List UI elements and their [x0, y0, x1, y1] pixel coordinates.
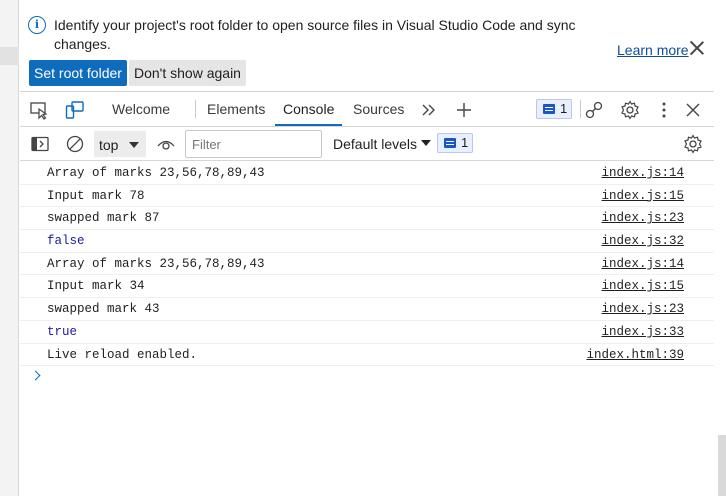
source-link[interactable]: index.js:32 [601, 234, 684, 248]
console-row: Input mark 78 index.js:15 [20, 185, 714, 208]
source-link[interactable]: index.js:15 [601, 189, 684, 203]
source-link[interactable]: index.js:14 [601, 257, 684, 271]
scrollbar-thumb[interactable] [718, 435, 726, 496]
tab-separator [195, 100, 196, 118]
live-expression-eye-icon[interactable] [156, 134, 176, 154]
source-link[interactable]: index.js:23 [601, 211, 684, 225]
source-link[interactable]: index.js:23 [601, 302, 684, 316]
console-message: Input mark 34 [47, 279, 145, 294]
console-toolbar: top Default levels 1 [20, 127, 714, 161]
source-link[interactable]: index.js:15 [601, 279, 684, 293]
console-row: false index.js:32 [20, 230, 714, 253]
context-select[interactable]: top [94, 131, 146, 157]
issues-count: 1 [560, 101, 568, 116]
devtools-tabbar: Welcome Elements Console Sources 1 [20, 91, 714, 127]
prompt-chevron-icon [30, 370, 41, 381]
context-select-value: top [99, 137, 119, 153]
chevron-down-icon [421, 140, 432, 146]
message-count: 1 [461, 135, 469, 150]
more-tabs-icon[interactable] [419, 100, 439, 120]
close-devtools-icon[interactable] [683, 100, 703, 120]
console-row: Input mark 34 index.js:15 [20, 275, 714, 299]
sidebar-toggle-icon[interactable] [30, 134, 50, 154]
issues-icon [543, 104, 555, 114]
more-options-icon[interactable] [654, 100, 674, 120]
console-settings-icon[interactable] [683, 134, 703, 154]
console-messages: Array of marks 23,56,78,89,43 index.js:14… [20, 162, 714, 367]
scrollbar[interactable] [714, 0, 726, 496]
add-tab-icon[interactable] [454, 100, 474, 120]
set-root-folder-button[interactable]: Set root folder [29, 60, 127, 86]
infobar-message: Identify your project's root folder to o… [54, 17, 576, 52]
learn-more-link[interactable]: Learn more [617, 42, 689, 58]
console-message: false [47, 234, 85, 249]
tab-console[interactable]: Console [274, 92, 343, 126]
filter-input[interactable] [185, 130, 322, 158]
log-levels-dropdown[interactable]: Default levels [333, 135, 432, 153]
console-message: swapped mark 43 [47, 302, 160, 317]
page-edge-block [0, 47, 19, 65]
clear-console-icon[interactable] [65, 134, 85, 154]
source-link[interactable]: index.js:33 [601, 325, 684, 339]
close-icon[interactable] [688, 39, 706, 57]
console-row: swapped mark 43 index.js:23 [20, 298, 714, 321]
console-row: Array of marks 23,56,78,89,43 index.js:14 [20, 253, 714, 276]
chevron-down-icon [129, 142, 139, 148]
root-folder-infobar: i Identify your project's root folder to… [20, 8, 714, 90]
performance-icon[interactable] [584, 100, 604, 120]
device-emulation-icon[interactable] [65, 100, 85, 120]
console-message: Input mark 78 [47, 188, 145, 203]
messages-badge[interactable]: 1 [437, 133, 473, 153]
message-icon [444, 138, 456, 148]
console-message: true [47, 324, 78, 339]
console-row: Array of marks 23,56,78,89,43 index.js:14 [20, 162, 714, 185]
console-row: Live reload enabled. index.html:39 [20, 344, 714, 367]
inspect-icon[interactable] [29, 100, 49, 120]
toolbar-separator [580, 100, 581, 118]
console-row: true index.js:33 [20, 321, 714, 344]
info-icon: i [28, 16, 46, 34]
tab-elements[interactable]: Elements [207, 92, 265, 126]
dont-show-again-button[interactable]: Don't show again [129, 60, 246, 86]
console-message: Live reload enabled. [47, 347, 198, 362]
source-link[interactable]: index.html:39 [586, 348, 684, 362]
tab-sources[interactable]: Sources [353, 92, 404, 126]
console-message: swapped mark 87 [47, 211, 160, 226]
console-row: swapped mark 87 index.js:23 [20, 207, 714, 231]
tab-welcome[interactable]: Welcome [112, 92, 170, 126]
source-link[interactable]: index.js:14 [601, 166, 684, 180]
issues-badge[interactable]: 1 [536, 99, 572, 119]
devtools-panel: i Identify your project's root folder to… [20, 0, 714, 496]
log-levels-label: Default levels [333, 136, 418, 152]
console-prompt[interactable] [20, 369, 714, 389]
console-message: Array of marks 23,56,78,89,43 [47, 166, 265, 180]
console-message: Array of marks 23,56,78,89,43 [47, 256, 265, 271]
page-edge-strip [0, 0, 19, 496]
settings-icon[interactable] [620, 100, 640, 120]
